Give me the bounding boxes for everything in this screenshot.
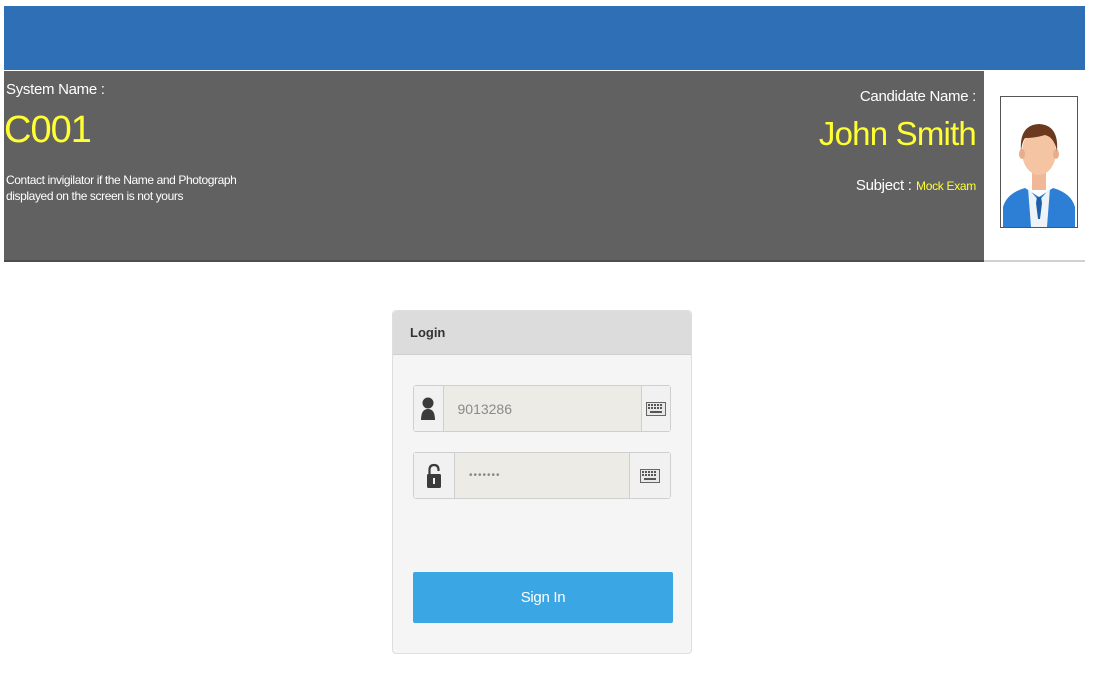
keyboard-icon[interactable] xyxy=(640,386,670,431)
top-banner xyxy=(4,6,1085,70)
username-field xyxy=(413,385,671,432)
subject-line: Subject : Mock Exam xyxy=(856,177,976,195)
sign-in-button[interactable]: Sign In xyxy=(413,572,673,623)
user-icon xyxy=(414,386,444,431)
login-panel: Login 9013286 ••••••• Sign In xyxy=(392,310,692,654)
lock-icon xyxy=(414,453,455,498)
system-name-label: System Name : xyxy=(6,81,105,98)
subject-label: Subject : xyxy=(855,177,912,194)
candidate-name-value: John Smith xyxy=(818,115,977,152)
candidate-photo-panel xyxy=(984,71,1085,262)
username-input[interactable] xyxy=(443,386,641,431)
contact-invigilator-note: Contact invigilator if the Name and Phot… xyxy=(6,173,237,203)
password-input[interactable] xyxy=(455,453,629,498)
password-field xyxy=(413,452,671,499)
candidate-name-label: Candidate Name : xyxy=(859,88,976,105)
login-title: Login xyxy=(393,311,691,355)
candidate-photo xyxy=(1000,96,1078,228)
candidate-info-bar: System Name : C001 Contact invigilator i… xyxy=(4,71,984,262)
subject-value: Mock Exam xyxy=(916,179,976,193)
avatar-icon xyxy=(1001,97,1077,227)
keyboard-icon[interactable] xyxy=(629,453,670,498)
system-name-value: C001 xyxy=(4,109,92,151)
